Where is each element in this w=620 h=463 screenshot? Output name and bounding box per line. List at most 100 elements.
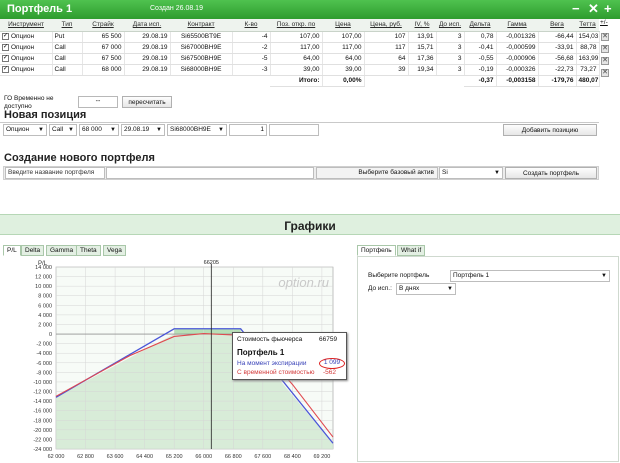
portfolio-name-input[interactable]: Введите название портфеля: [5, 167, 105, 179]
tooltip-tv-label: С временной стоимостью: [237, 369, 315, 376]
cell-open: 39,00: [270, 64, 323, 76]
tab-pl[interactable]: P/L: [3, 245, 21, 256]
y-tick-label: -6 000: [36, 361, 52, 367]
cell-text: 3: [457, 44, 462, 51]
cell-text: 3: [457, 55, 462, 62]
remove-row-icon[interactable]: ✕: [601, 57, 609, 65]
y-tick-label: 2 000: [38, 322, 52, 328]
column-header[interactable]: К-во: [232, 19, 270, 32]
cell-text: -0,41: [478, 44, 494, 51]
new-open-input[interactable]: [269, 124, 319, 136]
totals-vega: -179,76: [538, 75, 577, 87]
cell-text: Si68000BH9E: [180, 66, 222, 73]
column-header[interactable]: Цена: [322, 19, 364, 32]
remove-row-icon[interactable]: ✕: [601, 33, 609, 41]
column-header[interactable]: Гамма: [496, 19, 538, 32]
row-checkbox[interactable]: ✓: [2, 54, 9, 62]
add-position-button[interactable]: Добавить позицию: [503, 124, 597, 136]
cell-vega: -56,68: [538, 53, 577, 65]
column-header[interactable]: Контракт: [170, 19, 232, 32]
remove-row-icon[interactable]: ✕: [601, 69, 609, 77]
tab-delta[interactable]: Delta: [21, 245, 45, 256]
tab-vega[interactable]: Vega: [103, 245, 126, 256]
totals-row: Итого: 0,00% -0,37 -0,003158 -179,76 480…: [0, 75, 600, 87]
tooltip-tv-value: -562: [323, 369, 337, 376]
new-date-select[interactable]: 29.08.19 ▼: [121, 124, 165, 136]
column-header[interactable]: До исп.: [436, 19, 464, 32]
expiration-label: До исп.:: [368, 285, 392, 292]
column-header[interactable]: Тетта: [576, 19, 599, 32]
new-strike-select[interactable]: 68 000 ▼: [79, 124, 119, 136]
column-header[interactable]: Тип: [52, 19, 82, 32]
close-icon[interactable]: ✕: [588, 1, 599, 17]
cell-instrument[interactable]: ✓ Опцион: [0, 31, 53, 43]
graphs-title: Графики: [284, 219, 336, 233]
cell-text: -0,19: [478, 66, 494, 73]
tab-portfolio[interactable]: Портфель: [357, 245, 396, 256]
portfolio-select[interactable]: Портфель 1 ▼: [450, 270, 610, 282]
y-tick-label: 6 000: [38, 303, 52, 309]
y-tick-label: 0: [49, 332, 52, 338]
column-header[interactable]: IV, %: [408, 19, 436, 32]
add-icon[interactable]: +: [604, 1, 612, 17]
cell-text: -0,000599: [506, 44, 536, 51]
y-tick-label: -10 000: [33, 380, 52, 386]
cell-text: -0,001326: [506, 33, 536, 40]
new-contract-select[interactable]: Si68000BH9E ▼: [167, 124, 227, 136]
recalculate-button[interactable]: пересчитать: [122, 96, 172, 108]
cell-iv: 19,34: [408, 64, 437, 76]
column-header[interactable]: Дельта: [464, 19, 496, 32]
x-tick-label: 64 400: [136, 454, 153, 460]
cell-iv: 13,91: [408, 31, 437, 43]
cell-instrument[interactable]: ✓ Опцион: [0, 42, 53, 54]
portfolio-name-field[interactable]: [106, 167, 314, 179]
minimize-icon[interactable]: −: [572, 1, 580, 17]
cell-instrument[interactable]: ✓ Опцион: [0, 53, 53, 65]
cell-text: Si67000BH9E: [180, 44, 222, 51]
base-asset-select[interactable]: Si ▼: [439, 167, 503, 179]
cell-text: Call: [54, 55, 66, 62]
row-checkbox[interactable]: ✓: [2, 43, 9, 51]
column-header[interactable]: Вега: [538, 19, 576, 32]
expiration-select[interactable]: В днях ▼: [396, 283, 456, 295]
cell-price_rub: 39: [364, 64, 409, 76]
cell-iv: 17,36: [408, 53, 437, 65]
y-tick-label: -8 000: [36, 370, 52, 376]
column-header[interactable]: Инструмент: [0, 19, 52, 32]
tab-what-if[interactable]: What if: [397, 245, 426, 256]
cell-text: 29.08.19: [142, 44, 168, 51]
y-tick-label: -2 000: [36, 342, 52, 348]
cell-type: Call: [52, 64, 83, 76]
cell-price: 64,00: [322, 53, 365, 65]
cell-text: 29.08.19: [142, 66, 168, 73]
cell-qty: -5: [232, 53, 271, 65]
plus-minus-header[interactable]: +/-: [600, 19, 608, 26]
cell-days: 3: [436, 31, 465, 43]
cell-text: 117: [395, 44, 406, 51]
column-header[interactable]: Цена, руб.: [364, 19, 408, 32]
cell-strike: 68 000: [82, 64, 125, 76]
totals-gamma: -0,003158: [496, 75, 539, 87]
row-checkbox[interactable]: ✓: [2, 32, 9, 40]
cell-text: 88,78: [580, 44, 597, 51]
new-instrument-select[interactable]: Опцион ▼: [3, 124, 47, 136]
cell-instrument[interactable]: ✓ Опцион: [0, 64, 53, 76]
new-type-select[interactable]: Call ▼: [49, 124, 77, 136]
x-tick-label: 69 200: [314, 454, 331, 460]
column-header[interactable]: Поз. откр. по: [270, 19, 322, 32]
create-portfolio-button[interactable]: Создать портфель: [505, 167, 597, 179]
row-checkbox[interactable]: ✓: [2, 65, 9, 73]
cell-text: -22,73: [555, 66, 574, 73]
cell-gamma: -0,001326: [496, 31, 539, 43]
column-header[interactable]: Дата исп.: [124, 19, 170, 32]
cell-text: 67 500: [101, 55, 122, 62]
tab-gamma[interactable]: Gamma: [46, 245, 78, 256]
chart-tooltip: Стоимость фьючерса 66759 Портфель 1 На м…: [232, 332, 347, 380]
cell-date: 29.08.19: [124, 53, 171, 65]
column-header[interactable]: Страйк: [82, 19, 124, 32]
created-date: Создан 26.08.19: [150, 5, 203, 12]
chevron-down-icon: ▼: [38, 127, 44, 133]
new-qty-input[interactable]: 1: [229, 124, 267, 136]
remove-row-icon[interactable]: ✕: [601, 45, 609, 53]
tab-theta[interactable]: Theta: [76, 245, 101, 256]
